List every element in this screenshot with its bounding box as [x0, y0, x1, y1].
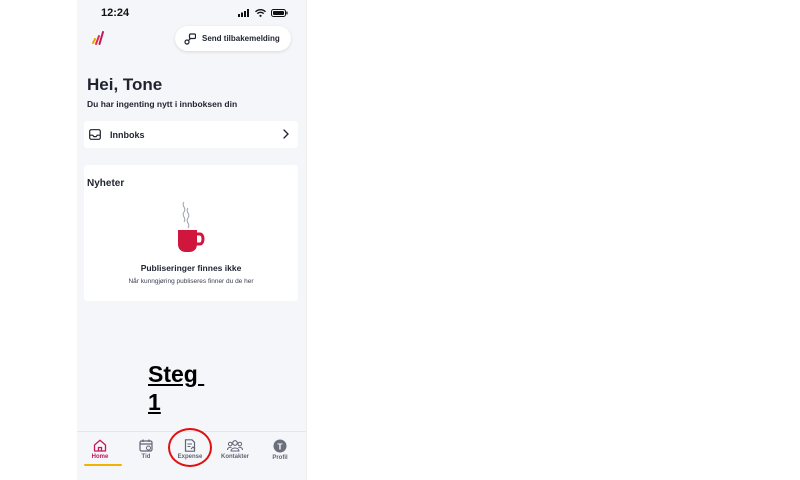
greeting-title: Hei, Tone	[87, 75, 163, 94]
nav-kontakter[interactable]: Kontakter	[217, 439, 253, 460]
empty-state-text: Når kunngjøring publiseres finner du de …	[128, 278, 254, 285]
home-icon	[93, 439, 107, 452]
app-logo	[91, 30, 105, 51]
inbox-icon	[89, 129, 101, 140]
avatar-icon: T	[273, 439, 287, 453]
inbox-label: Innboks	[110, 129, 145, 140]
chevron-right-icon	[283, 129, 289, 139]
status-time: 12:24	[101, 7, 130, 19]
contacts-icon	[227, 440, 243, 452]
battery-icon	[271, 9, 288, 17]
highlight-circle	[168, 428, 212, 467]
status-icons	[238, 9, 288, 17]
step-annotation: Steg 1	[148, 361, 198, 415]
avatar-initial: T	[277, 441, 283, 451]
inbox-row[interactable]: Innboks	[84, 121, 298, 148]
send-feedback-button[interactable]: Send tilbakemelding	[175, 26, 291, 51]
news-card: Nyheter Publiseringer finnes ikke Når ku…	[84, 165, 298, 301]
active-tab-indicator	[84, 464, 122, 466]
nav-tid-label: Tid	[141, 454, 151, 460]
wifi-icon	[255, 9, 266, 17]
empty-state-title: Publiseringer finnes ikke	[140, 263, 242, 273]
signal-icon	[238, 9, 249, 17]
status-bar: 12:24	[77, 0, 306, 28]
news-title: Nyheter	[87, 178, 125, 189]
feedback-icon	[184, 32, 196, 45]
greeting-subtitle: Du har ingenting nytt i innboksen din	[87, 99, 238, 109]
nav-tid[interactable]: Tid	[128, 439, 164, 460]
send-feedback-label: Send tilbakemelding	[202, 34, 280, 43]
nav-profil-label: Profil	[272, 455, 288, 461]
coffee-mug-icon	[178, 201, 205, 252]
nav-home[interactable]: Home	[82, 439, 118, 460]
nav-profil[interactable]: T Profil	[262, 439, 298, 461]
calendar-icon	[139, 439, 153, 452]
nav-kontakter-label: Kontakter	[220, 454, 249, 460]
nav-home-label: Home	[91, 454, 109, 460]
screenshot-edge	[306, 0, 307, 480]
